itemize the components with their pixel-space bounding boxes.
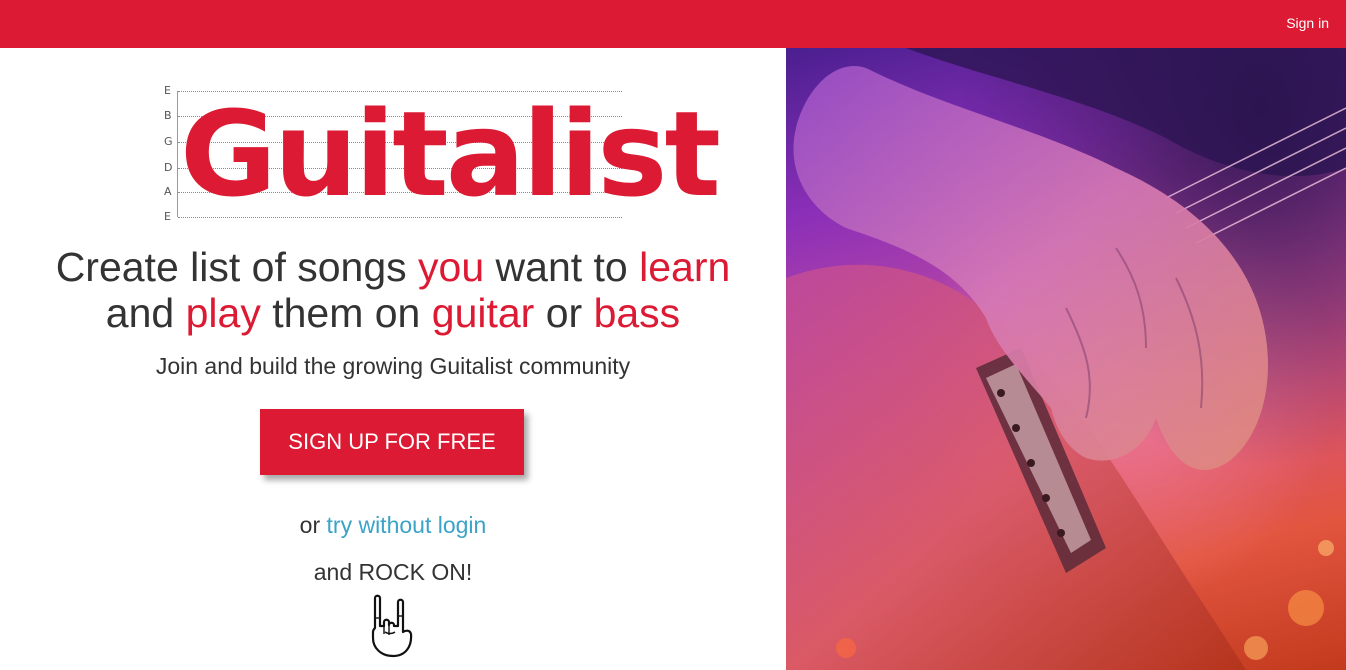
guitalist-logo: E B G D A E Guitalist [160,84,721,224]
guitarist-photo [786,48,1346,670]
guitar-photo-illustration [786,48,1346,670]
sign-up-button[interactable]: SIGN UP FOR FREE [260,409,524,475]
logo-wordmark: Guitalist [180,85,721,223]
string-label: G [164,135,173,148]
string-label: B [164,109,172,122]
string-label: A [164,185,172,198]
tab-nut [177,91,178,217]
try-without-login-link[interactable]: try without login [327,512,487,538]
community-subline: Join and build the growing Guitalist com… [155,353,631,379]
string-label: D [164,161,173,174]
headline: Create list of songs you want to learn a… [0,244,786,336]
rock-hand-icon [371,594,413,658]
sign-in-link[interactable]: Sign in [1286,15,1329,31]
headline-line-1: Create list of songs you want to learn [55,244,731,290]
try-without-login-line: or try without login [299,512,487,538]
string-label: E [164,84,171,97]
rock-on-text: and ROCK ON! [313,559,473,585]
hero-panel: E B G D A E Guitalist Create list of son… [0,48,786,670]
headline-line-2: and play them on guitar or bass [105,290,681,336]
string-label: E [164,210,171,223]
top-bar: Sign in [0,0,1346,48]
